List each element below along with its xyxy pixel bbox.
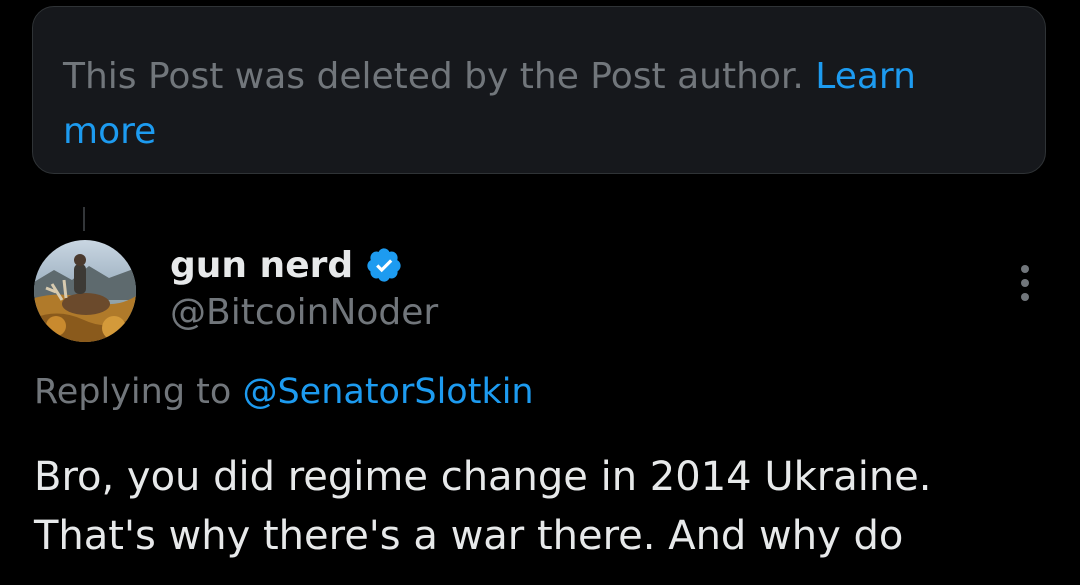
author-handle[interactable]: @BitcoinNoder [170, 292, 438, 333]
post-detail-view: This Post was deleted by the Post author… [0, 0, 1080, 585]
deleted-post-notice: This Post was deleted by the Post author… [32, 6, 1046, 174]
author-display-name[interactable]: gun nerd [170, 245, 353, 286]
more-options-button[interactable] [1005, 255, 1045, 311]
verified-badge-icon [365, 246, 403, 284]
thread-connector-line [83, 207, 85, 231]
post-text-line: That's why there's a war there. And why … [34, 513, 904, 559]
replying-to-line: Replying to @SenatorSlotkin [34, 372, 534, 412]
more-options-icon [1021, 265, 1029, 301]
replying-to-label: Replying to [34, 372, 243, 412]
avatar-image [34, 240, 136, 342]
deleted-notice-text: This Post was deleted by the Post author… [63, 56, 816, 97]
replying-to-mention[interactable]: @SenatorSlotkin [242, 372, 533, 412]
author-name-row[interactable]: gun nerd [170, 240, 403, 290]
post-text: Bro, you did regime change in 2014 Ukrai… [34, 448, 1064, 566]
post-text-line: Bro, you did regime change in 2014 Ukrai… [34, 454, 932, 500]
avatar[interactable] [34, 240, 136, 342]
